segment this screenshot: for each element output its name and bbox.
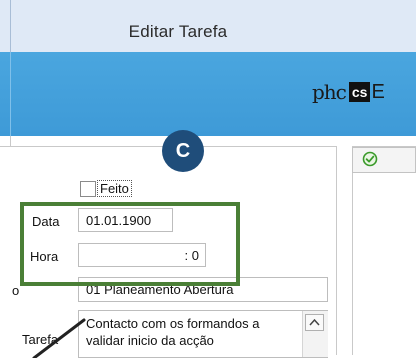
scroll-up-button[interactable]	[305, 314, 324, 331]
panel-edge	[10, 136, 11, 146]
annotation-arrow	[32, 318, 86, 358]
tarefa-textarea[interactable]: Contacto com os formandos a validar inic…	[78, 310, 328, 358]
step-badge: C	[162, 130, 204, 172]
feito-label[interactable]: Feito	[97, 180, 132, 197]
feito-checkbox[interactable]	[80, 181, 96, 197]
logo-text-e: E	[371, 81, 385, 103]
check-circle-icon	[362, 151, 378, 167]
logo-text-cs: cs	[348, 82, 371, 102]
window-titlebar: Editar Tarefa	[0, 0, 416, 52]
chevron-up-icon	[309, 318, 320, 326]
fase-label: o	[12, 283, 20, 298]
window-title: Editar Tarefa	[128, 22, 228, 41]
phc-logo: phc cs E	[312, 81, 385, 103]
data-hora-highlight	[20, 202, 240, 286]
right-panel	[352, 146, 416, 355]
banner-edge	[10, 52, 11, 136]
logo-text-phc: phc	[312, 80, 347, 104]
